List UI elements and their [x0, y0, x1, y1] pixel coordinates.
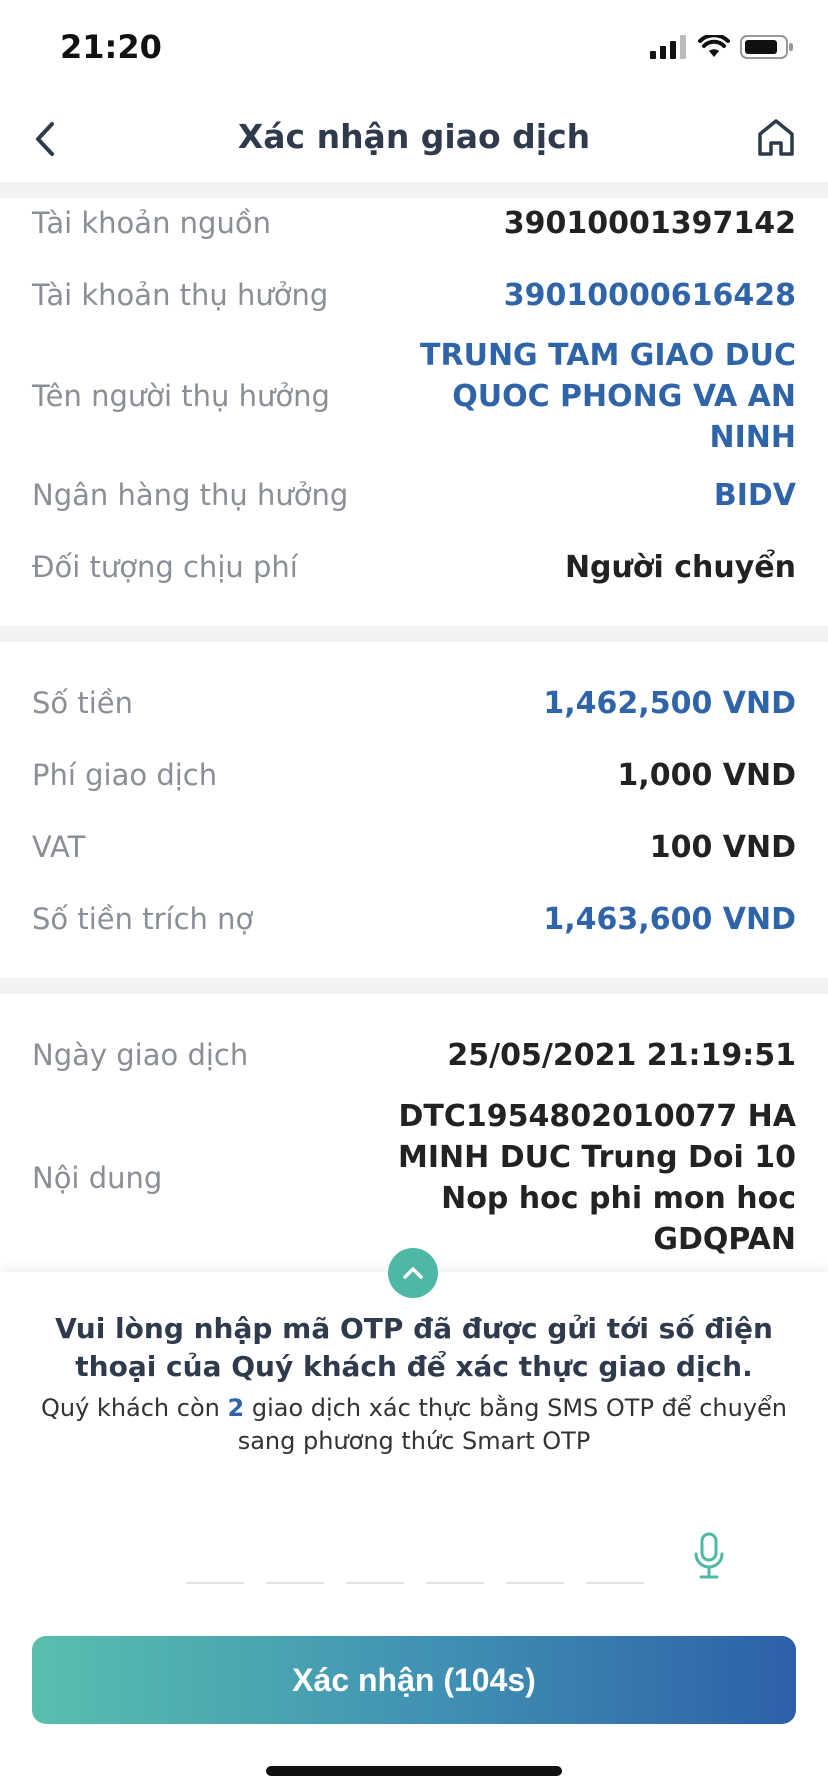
status-time: 21:20 — [60, 28, 162, 66]
home-icon[interactable] — [754, 116, 798, 160]
transaction-date-value: 25/05/2021 21:19:51 — [447, 1037, 796, 1073]
content-row: Nội dung DTC1954802010077 HA MINH DUC Tr… — [32, 1096, 796, 1260]
vat-value: 100 VND — [649, 829, 796, 865]
microphone-icon[interactable] — [692, 1532, 726, 1580]
row-label: Đối tượng chịu phí — [32, 550, 298, 584]
remaining-count: 2 — [227, 1394, 245, 1422]
row-label: Ngày giao dịch — [32, 1038, 249, 1072]
beneficiary-bank-row: Ngân hàng thụ hưởng BIDV — [32, 472, 796, 518]
home-indicator — [266, 1766, 562, 1776]
transaction-date-row: Ngày giao dịch 25/05/2021 21:19:51 — [32, 1032, 796, 1078]
divider — [0, 626, 828, 642]
signal-icon — [650, 35, 686, 59]
expand-sheet-button[interactable] — [388, 1248, 438, 1298]
source-account-value: 39010001397142 — [503, 205, 796, 241]
amount-value: 1,462,500 VND — [543, 685, 796, 721]
beneficiary-account-row: Tài khoản thụ hưởng 39010000616428 — [32, 272, 796, 318]
fee-payer-row: Đối tượng chịu phí Người chuyển — [32, 544, 796, 590]
battery-icon — [740, 35, 793, 59]
chevron-up-icon — [403, 1267, 423, 1279]
row-label: Tài khoản thụ hưởng — [32, 278, 329, 312]
confirm-button[interactable]: Xác nhận (104s) — [32, 1636, 796, 1724]
divider — [0, 182, 828, 198]
transaction-fee-value: 1,000 VND — [617, 757, 796, 793]
amount-row: Số tiền 1,462,500 VND — [32, 680, 796, 726]
wifi-icon — [698, 35, 730, 57]
page-title: Xác nhận giao dịch — [237, 117, 591, 156]
otp-digit-field[interactable] — [186, 1582, 244, 1584]
debit-amount-row: Số tiền trích nợ 1,463,600 VND — [32, 896, 796, 942]
transaction-fee-row: Phí giao dịch 1,000 VND — [32, 752, 796, 798]
row-label: Số tiền trích nợ — [32, 902, 254, 936]
row-label: Nội dung — [32, 1161, 163, 1195]
beneficiary-name-value: TRUNG TAM GIAO DUC QUOC PHONG VA AN NINH — [420, 337, 796, 455]
fee-payer-value: Người chuyển — [564, 549, 796, 585]
source-account-row: Tài khoản nguồn 39010001397142 — [32, 200, 796, 246]
row-label: Ngân hàng thụ hưởng — [32, 478, 349, 512]
otp-digit-field[interactable] — [586, 1582, 644, 1584]
otp-digit-field[interactable] — [346, 1582, 404, 1584]
otp-remaining-note: Quý khách còn 2 giao dịch xác thực bằng … — [30, 1392, 798, 1458]
otp-digit-field[interactable] — [266, 1582, 324, 1584]
content-value: DTC1954802010077 HA MINH DUC Trung Doi 1… — [398, 1099, 796, 1257]
row-label: Phí giao dịch — [32, 758, 218, 792]
row-label: Tài khoản nguồn — [32, 206, 271, 240]
beneficiary-account-value: 39010000616428 — [503, 277, 796, 313]
debit-amount-value: 1,463,600 VND — [543, 901, 796, 937]
beneficiary-bank-value: BIDV — [713, 477, 796, 513]
row-label: VAT — [32, 830, 86, 864]
divider — [0, 978, 828, 994]
vat-row: VAT 100 VND — [32, 824, 796, 870]
note-suffix: giao dịch xác thực bằng SMS OTP để chuyể… — [237, 1394, 787, 1455]
status-icons — [650, 34, 794, 60]
row-label: Số tiền — [32, 686, 134, 720]
otp-digit-field[interactable] — [426, 1582, 484, 1584]
note-prefix: Quý khách còn — [40, 1394, 220, 1422]
row-label: Tên người thụ hưởng — [32, 379, 330, 413]
otp-digit-field[interactable] — [506, 1582, 564, 1584]
beneficiary-name-row: Tên người thụ hưởng TRUNG TAM GIAO DUC Q… — [32, 334, 796, 458]
otp-instruction: Vui lòng nhập mã OTP đã được gửi tới số … — [55, 1312, 773, 1383]
